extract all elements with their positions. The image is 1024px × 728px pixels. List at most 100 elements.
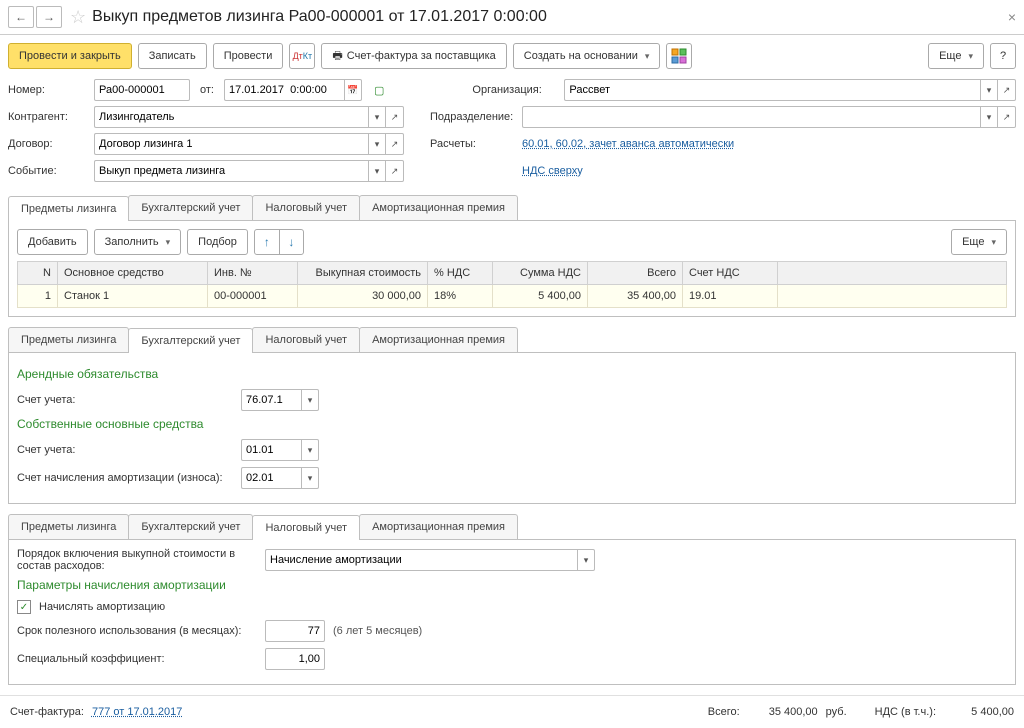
dropdown-icon[interactable]: ▾ xyxy=(980,106,998,128)
tabs-2: Предметы лизинга Бухгалтерский учет Нало… xyxy=(8,327,1016,353)
asset-account-input[interactable] xyxy=(241,439,301,461)
move-up-icon[interactable]: ↑ xyxy=(255,230,279,254)
open-icon[interactable]: ↗ xyxy=(386,133,404,155)
event-input[interactable] xyxy=(94,160,368,182)
fill-button[interactable]: Заполнить xyxy=(94,229,182,255)
useful-life-input[interactable] xyxy=(265,620,325,642)
lease-account-input[interactable] xyxy=(241,389,301,411)
number-label: Номер: xyxy=(8,84,88,96)
event-label: Событие: xyxy=(8,165,88,177)
dropdown-icon[interactable]: ▾ xyxy=(577,549,595,571)
depreciation-account-input[interactable] xyxy=(241,467,301,489)
open-icon[interactable]: ↗ xyxy=(998,106,1016,128)
contract-input[interactable] xyxy=(94,133,368,155)
tab-leasing-items[interactable]: Предметы лизинга xyxy=(8,327,129,352)
dropdown-icon[interactable]: ▾ xyxy=(301,439,319,461)
dropdown-icon[interactable]: ▾ xyxy=(368,106,386,128)
tabs-1: Предметы лизинга Бухгалтерский учет Нало… xyxy=(8,195,1016,221)
back-button[interactable]: ← xyxy=(8,6,34,28)
col-vatsum: Сумма НДС xyxy=(493,262,588,285)
open-icon[interactable]: ↗ xyxy=(386,160,404,182)
lease-obligations-title: Арендные обязательства xyxy=(17,367,1007,381)
vat-label: НДС (в т.ч.): xyxy=(875,706,936,718)
calc-depreciation-checkbox[interactable]: ✓ xyxy=(17,600,31,614)
dropdown-icon[interactable]: ▾ xyxy=(301,467,319,489)
col-vatp: % НДС xyxy=(428,262,493,285)
vat-value: 5 400,00 xyxy=(944,706,1014,718)
tab-accounting[interactable]: Бухгалтерский учет xyxy=(128,514,253,539)
tab-amort-bonus[interactable]: Амортизационная премия xyxy=(359,195,518,220)
order-input[interactable] xyxy=(265,549,577,571)
dropdown-icon[interactable]: ▾ xyxy=(301,389,319,411)
add-button[interactable]: Добавить xyxy=(17,229,88,255)
calc-link[interactable]: 60.01, 60.02, зачет аванса автоматически xyxy=(522,138,734,150)
org-input[interactable] xyxy=(564,79,980,101)
amort-params-title: Параметры начисления амортизации xyxy=(17,578,1007,592)
col-cost: Выкупная стоимость xyxy=(298,262,428,285)
open-icon[interactable]: ↗ xyxy=(386,106,404,128)
date-input[interactable] xyxy=(224,79,344,101)
contragent-input[interactable] xyxy=(94,106,368,128)
from-label: от: xyxy=(200,84,214,96)
tab-accounting[interactable]: Бухгалтерский учет xyxy=(128,328,253,353)
total-label: Всего: xyxy=(708,706,740,718)
write-button[interactable]: Записать xyxy=(138,43,207,69)
page-title: Выкуп предметов лизинга Ра00-000001 от 1… xyxy=(92,8,547,26)
invoice-label: Счет-фактура: xyxy=(10,706,84,718)
org-label: Организация: xyxy=(472,84,558,96)
contract-label: Договор: xyxy=(8,138,88,150)
col-asset: Основное средство xyxy=(58,262,208,285)
dropdown-icon[interactable]: ▾ xyxy=(368,160,386,182)
move-down-icon[interactable]: ↓ xyxy=(279,230,303,254)
division-label: Подразделение: xyxy=(430,111,516,123)
open-icon[interactable]: ↗ xyxy=(998,79,1016,101)
close-icon[interactable]: × xyxy=(1008,9,1016,25)
account-label: Счет учета: xyxy=(17,394,233,406)
select-button[interactable]: Подбор xyxy=(187,229,248,255)
dropdown-icon[interactable]: ▾ xyxy=(368,133,386,155)
useful-life-hint: (6 лет 5 месяцев) xyxy=(333,625,422,637)
coefficient-label: Специальный коэффициент: xyxy=(17,653,257,665)
related-icon[interactable] xyxy=(666,43,692,69)
table-row[interactable]: 1 Станок 1 00-000001 30 000,00 18% 5 400… xyxy=(18,285,1007,308)
create-based-button[interactable]: Создать на основании xyxy=(513,43,661,69)
depreciation-account-label: Счет начисления амортизации (износа): xyxy=(17,472,233,484)
account-label-2: Счет учета: xyxy=(17,444,233,456)
order-label: Порядок включения выкупной стоимости в с… xyxy=(17,548,257,572)
dtkt-icon[interactable]: ДтКт xyxy=(289,43,315,69)
col-n: N xyxy=(18,262,58,285)
help-button[interactable]: ? xyxy=(990,43,1016,69)
print-icon: 🖶 xyxy=(332,47,342,66)
vat-link[interactable]: НДС сверху xyxy=(522,165,583,177)
coefficient-input[interactable] xyxy=(265,648,325,670)
post-button[interactable]: Провести xyxy=(213,43,284,69)
post-and-close-button[interactable]: Провести и закрыть xyxy=(8,43,132,69)
tab-leasing-items[interactable]: Предметы лизинга xyxy=(8,514,129,539)
tab-tax[interactable]: Налоговый учет xyxy=(252,327,360,352)
dropdown-icon[interactable]: ▾ xyxy=(980,79,998,101)
more-button[interactable]: Еще xyxy=(928,43,984,69)
useful-life-label: Срок полезного использования (в месяцах)… xyxy=(17,625,257,637)
currency: руб. xyxy=(826,706,847,718)
col-total: Всего xyxy=(588,262,683,285)
tabs-3: Предметы лизинга Бухгалтерский учет Нало… xyxy=(8,514,1016,540)
more-tab-button[interactable]: Еще xyxy=(951,229,1007,255)
calc-depreciation-label: Начислять амортизацию xyxy=(39,601,165,613)
tab-tax[interactable]: Налоговый учет xyxy=(252,515,360,540)
invoice-link[interactable]: 777 от 17.01.2017 xyxy=(92,706,182,718)
total-value: 35 400,00 xyxy=(748,706,818,718)
tab-tax[interactable]: Налоговый учет xyxy=(252,195,360,220)
division-input[interactable] xyxy=(522,106,980,128)
tab-leasing-items[interactable]: Предметы лизинга xyxy=(8,196,129,221)
calendar-icon[interactable]: 📅 xyxy=(344,79,362,101)
leasing-table: N Основное средство Инв. № Выкупная стои… xyxy=(17,261,1007,308)
invoice-button[interactable]: 🖶Счет-фактура за поставщика xyxy=(321,43,506,69)
posted-icon: ▢ xyxy=(374,84,384,97)
col-vatacc: Счет НДС xyxy=(683,262,778,285)
tab-amort-bonus[interactable]: Амортизационная премия xyxy=(359,327,518,352)
forward-button[interactable]: → xyxy=(36,6,62,28)
favorite-icon[interactable]: ☆ xyxy=(70,7,86,28)
tab-accounting[interactable]: Бухгалтерский учет xyxy=(128,195,253,220)
number-input[interactable] xyxy=(94,79,190,101)
tab-amort-bonus[interactable]: Амортизационная премия xyxy=(359,514,518,539)
